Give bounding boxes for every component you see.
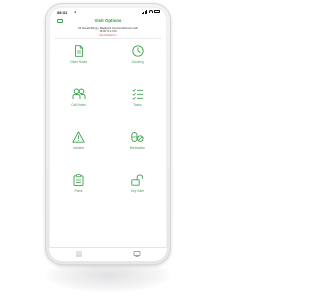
navigation-arrow-icon: ◂ <box>74 10 76 15</box>
option-medication[interactable]: Medication <box>108 131 167 161</box>
visit-info: Mr Ronald Burgy | Blackpool Council Afte… <box>49 27 167 37</box>
page-title: Visit Options <box>94 18 122 23</box>
option-clocking[interactable]: Clocking <box>108 45 167 75</box>
option-label: Incident <box>72 146 85 150</box>
tab-bar <box>49 247 167 261</box>
signal-icon <box>142 10 147 14</box>
checklist-icon <box>132 88 143 100</box>
option-client-notes[interactable]: Client Notes <box>49 45 108 75</box>
tab-list[interactable] <box>69 251 89 258</box>
phone-frame: 08:31 ◂ ← Visit Options Mr Ronald Burgy … <box>45 3 171 265</box>
divider <box>55 38 161 39</box>
option-plans[interactable]: Plans <box>49 174 108 204</box>
visit-status-line: Not Clocked In <box>99 33 117 37</box>
option-label: Client Notes <box>69 60 88 64</box>
option-label: Plans <box>74 189 83 193</box>
option-label: Tasks <box>133 103 142 107</box>
status-bar: 08:31 ◂ <box>49 7 167 16</box>
app-screen: 08:31 ◂ ← Visit Options Mr Ronald Burgy … <box>49 7 167 261</box>
list-icon <box>76 251 82 257</box>
clipboard-icon <box>73 174 84 186</box>
option-label: Medication <box>129 146 146 150</box>
option-tasks[interactable]: Tasks <box>108 88 167 118</box>
unlock-icon <box>131 174 143 186</box>
document-icon <box>74 45 83 57</box>
option-label: Clocking <box>131 60 144 64</box>
wifi-icon <box>148 10 153 14</box>
option-label: Call Notes <box>71 103 86 107</box>
header: ← Visit Options <box>49 16 167 26</box>
option-label: Key Safe <box>131 189 144 193</box>
status-icons <box>142 10 160 14</box>
clock-icon <box>131 45 144 57</box>
battery-icon <box>154 10 160 14</box>
pills-icon <box>131 132 144 142</box>
people-icon <box>72 88 85 99</box>
option-incident[interactable]: Incident <box>49 131 108 161</box>
monitor-icon <box>133 251 141 257</box>
warning-icon <box>72 131 85 143</box>
option-key-safe[interactable]: Key Safe <box>108 174 167 204</box>
tab-monitor[interactable] <box>127 251 147 258</box>
option-call-notes[interactable]: Call Notes <box>49 88 108 118</box>
status-time: 08:31 <box>57 10 68 15</box>
